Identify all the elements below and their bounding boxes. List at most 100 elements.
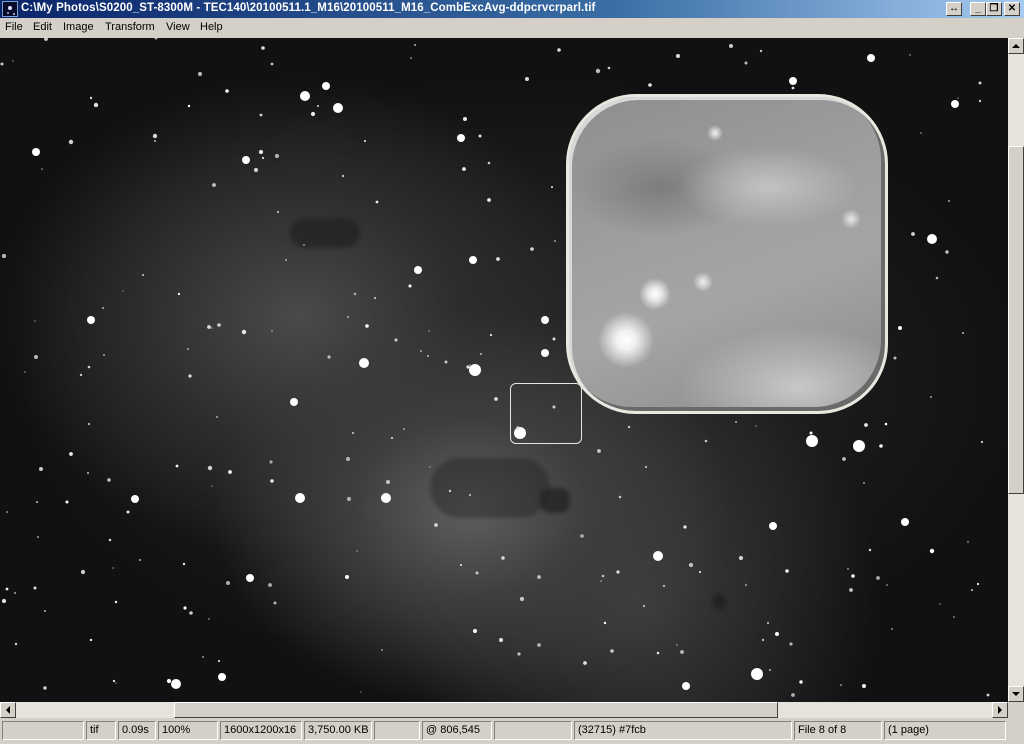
faint-star — [107, 478, 111, 482]
faint-star — [656, 651, 660, 655]
bright-star — [414, 266, 422, 274]
faint-star — [729, 44, 733, 48]
faint-star — [976, 582, 980, 586]
horizontal-scroll-thumb[interactable] — [174, 702, 778, 718]
faint-star — [310, 111, 316, 117]
faint-star — [487, 161, 491, 165]
faint-star — [478, 134, 482, 138]
faint-star — [962, 332, 964, 334]
faint-star — [374, 297, 376, 299]
faint-star — [187, 104, 191, 108]
faint-star — [211, 327, 213, 329]
faint-star — [704, 439, 708, 443]
menu-view[interactable]: View — [166, 21, 190, 33]
faint-star — [957, 97, 959, 99]
scroll-down-button[interactable] — [1008, 686, 1024, 702]
faint-star — [270, 62, 274, 66]
vertical-scroll-thumb[interactable] — [1008, 146, 1024, 494]
faint-star — [920, 132, 922, 134]
faint-star — [351, 431, 355, 435]
faint-star — [496, 257, 500, 261]
faint-star — [935, 276, 939, 280]
close-icon[interactable]: ✕ — [1004, 2, 1020, 16]
faint-star — [849, 588, 853, 592]
faint-star — [978, 99, 982, 103]
bright-star — [359, 358, 369, 368]
scroll-right-button[interactable] — [992, 702, 1008, 718]
faint-star — [799, 680, 803, 684]
faint-star — [182, 562, 186, 566]
faint-star — [501, 556, 505, 560]
faint-star — [744, 61, 748, 65]
faint-star — [978, 81, 982, 85]
faint-star — [868, 548, 872, 552]
faint-star — [347, 316, 349, 318]
faint-star — [65, 500, 69, 504]
menu-file[interactable]: File — [5, 21, 23, 33]
faint-star — [738, 555, 744, 561]
restore-icon[interactable]: ↔ — [946, 2, 962, 16]
faint-star — [285, 259, 287, 261]
vertical-scrollbar[interactable] — [1008, 38, 1024, 702]
faint-star — [43, 686, 47, 690]
bright-star — [653, 551, 663, 561]
scroll-left-button[interactable] — [0, 702, 16, 718]
menu-transform[interactable]: Transform — [105, 21, 155, 33]
faint-star — [24, 371, 26, 373]
faint-star — [864, 423, 868, 427]
status-load-time: 0.09s — [118, 721, 156, 740]
faint-star — [262, 157, 264, 159]
faint-star — [37, 536, 39, 538]
minimize-icon[interactable]: _ — [970, 2, 986, 16]
faint-star — [861, 683, 867, 689]
magnifier-selection-box[interactable] — [510, 383, 582, 444]
faint-star — [364, 140, 366, 142]
faint-star — [600, 580, 602, 582]
title-bar[interactable]: C:\My Photos\S0200_ST-8300M - TEC140\201… — [0, 0, 1024, 18]
faint-star — [698, 570, 702, 574]
faint-star — [44, 38, 48, 41]
image-canvas[interactable] — [0, 38, 1008, 702]
faint-star — [202, 656, 204, 658]
faint-star — [472, 628, 478, 634]
faint-star — [863, 482, 865, 484]
bright-star — [682, 682, 690, 690]
faint-star — [102, 307, 104, 309]
menu-image[interactable]: Image — [63, 21, 94, 33]
bright-star — [242, 156, 250, 164]
bright-star — [927, 234, 937, 244]
faint-star — [79, 373, 83, 377]
arrow-up-icon — [1012, 40, 1020, 48]
faint-star — [5, 587, 9, 591]
faint-star — [211, 485, 213, 487]
scroll-up-button[interactable] — [1008, 38, 1024, 54]
faint-star — [603, 621, 607, 625]
faint-star — [274, 153, 280, 159]
menu-help[interactable]: Help — [200, 21, 223, 33]
faint-star — [175, 464, 179, 468]
bright-star — [541, 349, 549, 357]
faint-star — [345, 575, 349, 579]
faint-star — [597, 449, 601, 453]
faint-star — [583, 661, 587, 665]
arrow-down-icon — [1012, 692, 1020, 700]
horizontal-scrollbar[interactable] — [0, 702, 1008, 718]
faint-star — [34, 320, 36, 322]
faint-star — [103, 354, 105, 356]
faint-star — [680, 650, 684, 654]
magnifier-lens[interactable] — [566, 94, 888, 414]
faint-star — [356, 550, 358, 552]
status-file-size: 3,750.00 KB — [304, 721, 372, 740]
faint-star — [259, 113, 263, 117]
maximize-icon[interactable]: ❐ — [986, 2, 1002, 16]
faint-star — [414, 44, 416, 46]
faint-star — [154, 140, 156, 142]
app-icon[interactable] — [2, 1, 18, 17]
menu-edit[interactable]: Edit — [33, 21, 52, 33]
faint-star — [755, 425, 757, 427]
faint-star — [644, 465, 648, 469]
faint-star — [14, 592, 16, 594]
faint-star — [269, 460, 273, 464]
faint-star — [688, 562, 694, 568]
faint-star — [427, 355, 429, 357]
